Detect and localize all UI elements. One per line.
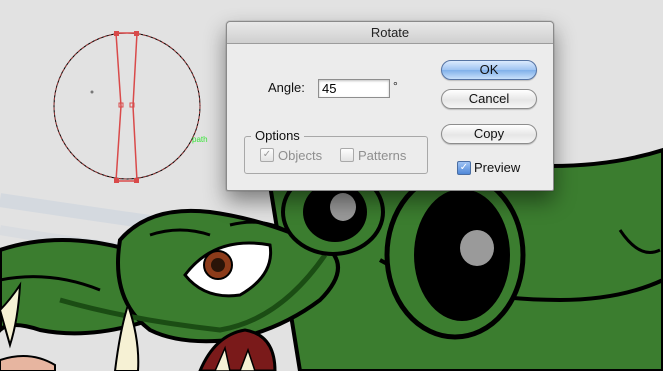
anchor-point[interactable] — [134, 31, 139, 36]
anchor-point[interactable] — [114, 31, 119, 36]
options-label: Options — [251, 128, 304, 143]
anchor-point[interactable] — [114, 178, 119, 183]
objects-checkbox[interactable]: ✓ — [260, 148, 274, 162]
copy-button[interactable]: Copy — [441, 124, 537, 144]
preview-label: Preview — [474, 160, 521, 175]
angle-label: Angle: — [268, 80, 305, 95]
preview-checkbox[interactable]: ✓ — [457, 161, 471, 175]
path-label: path — [192, 135, 208, 144]
cancel-button[interactable]: Cancel — [441, 89, 537, 109]
angle-input[interactable] — [318, 79, 390, 98]
dialog-title: Rotate — [227, 22, 553, 44]
rotate-dialog: Rotate Angle: ° Options ✓ Objects Patter… — [226, 21, 554, 191]
degree-symbol: ° — [393, 79, 398, 93]
goggle-right[interactable] — [384, 170, 526, 340]
anchor-point[interactable] — [134, 178, 139, 183]
ok-button[interactable]: OK — [441, 60, 537, 80]
patterns-label: Patterns — [358, 148, 407, 163]
objects-label: Objects — [278, 148, 323, 163]
patterns-checkbox[interactable] — [340, 148, 354, 162]
center-mark — [90, 90, 94, 94]
